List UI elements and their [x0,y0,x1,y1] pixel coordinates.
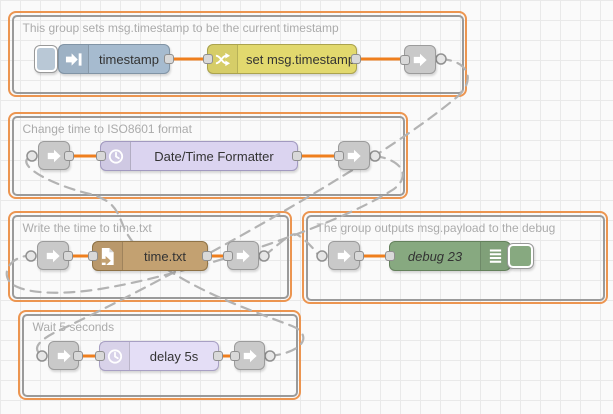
inject-node[interactable]: timestamp [58,44,170,74]
input-port[interactable] [203,54,213,64]
link-in-icon [56,348,72,364]
link-in-node[interactable] [328,241,360,270]
link-port[interactable] [26,251,36,261]
node-label: time.txt [123,242,207,270]
output-port[interactable] [202,251,212,261]
link-in-node[interactable] [38,141,70,170]
link-out-icon [235,248,251,264]
datetime-formatter-node[interactable]: Date/Time Formatter [100,141,298,171]
node-label: set msg.timestamp [238,45,363,73]
inject-button-fill [37,48,55,70]
debug-button-fill [510,246,531,266]
input-port[interactable] [223,251,233,261]
node-label: Date/Time Formatter [131,142,297,170]
flow-canvas[interactable]: This group sets msg.timestamp to be the … [0,0,613,414]
output-port[interactable] [63,251,73,261]
link-out-icon [346,148,362,164]
link-in-icon [45,248,61,264]
link-port[interactable] [317,251,327,261]
link-out-icon [412,52,428,68]
node-label: debug 23 [390,242,480,270]
group-title: The group outputs msg.payload to the deb… [308,217,603,235]
link-port[interactable] [259,251,269,261]
input-port[interactable] [96,151,106,161]
node-label: delay 5s [130,342,218,370]
group-title: Wait 5 seconds [24,316,296,334]
inject-icon [59,45,89,73]
file-write-node[interactable]: time.txt [92,241,208,271]
input-port[interactable] [400,55,410,65]
input-port[interactable] [334,151,344,161]
link-out-node[interactable] [404,45,436,74]
link-in-icon [336,248,352,264]
node-label: timestamp [89,45,169,73]
debug-node[interactable]: debug 23 [389,241,511,271]
output-port[interactable] [292,151,302,161]
output-port[interactable] [351,54,361,64]
output-port[interactable] [354,251,364,261]
delay-node[interactable]: delay 5s [99,341,219,371]
link-port[interactable] [265,351,275,361]
link-out-node[interactable] [338,141,370,170]
link-in-node[interactable] [37,241,69,270]
link-in-icon [46,148,62,164]
input-port[interactable] [95,351,105,361]
debug-toggle-button[interactable] [507,243,534,269]
link-in-node[interactable] [48,341,79,370]
link-out-icon [242,348,258,364]
group-title: Change time to ISO8601 format [14,118,403,136]
output-port[interactable] [73,351,83,361]
change-node[interactable]: set msg.timestamp [207,44,357,74]
output-port[interactable] [164,54,174,64]
input-port[interactable] [385,251,395,261]
debug-console-icon [480,242,510,270]
output-port[interactable] [213,351,223,361]
link-port[interactable] [37,351,47,361]
link-port[interactable] [436,54,446,64]
link-port[interactable] [27,151,37,161]
input-port[interactable] [88,251,98,261]
output-port[interactable] [64,151,74,161]
link-port[interactable] [370,151,380,161]
link-out-node[interactable] [234,341,265,370]
link-out-node[interactable] [227,241,259,270]
group-title: This group sets msg.timestamp to be the … [14,17,462,35]
inject-trigger-button[interactable] [34,45,58,73]
group-title: Write the time to time.txt [14,217,287,235]
input-port[interactable] [230,351,240,361]
